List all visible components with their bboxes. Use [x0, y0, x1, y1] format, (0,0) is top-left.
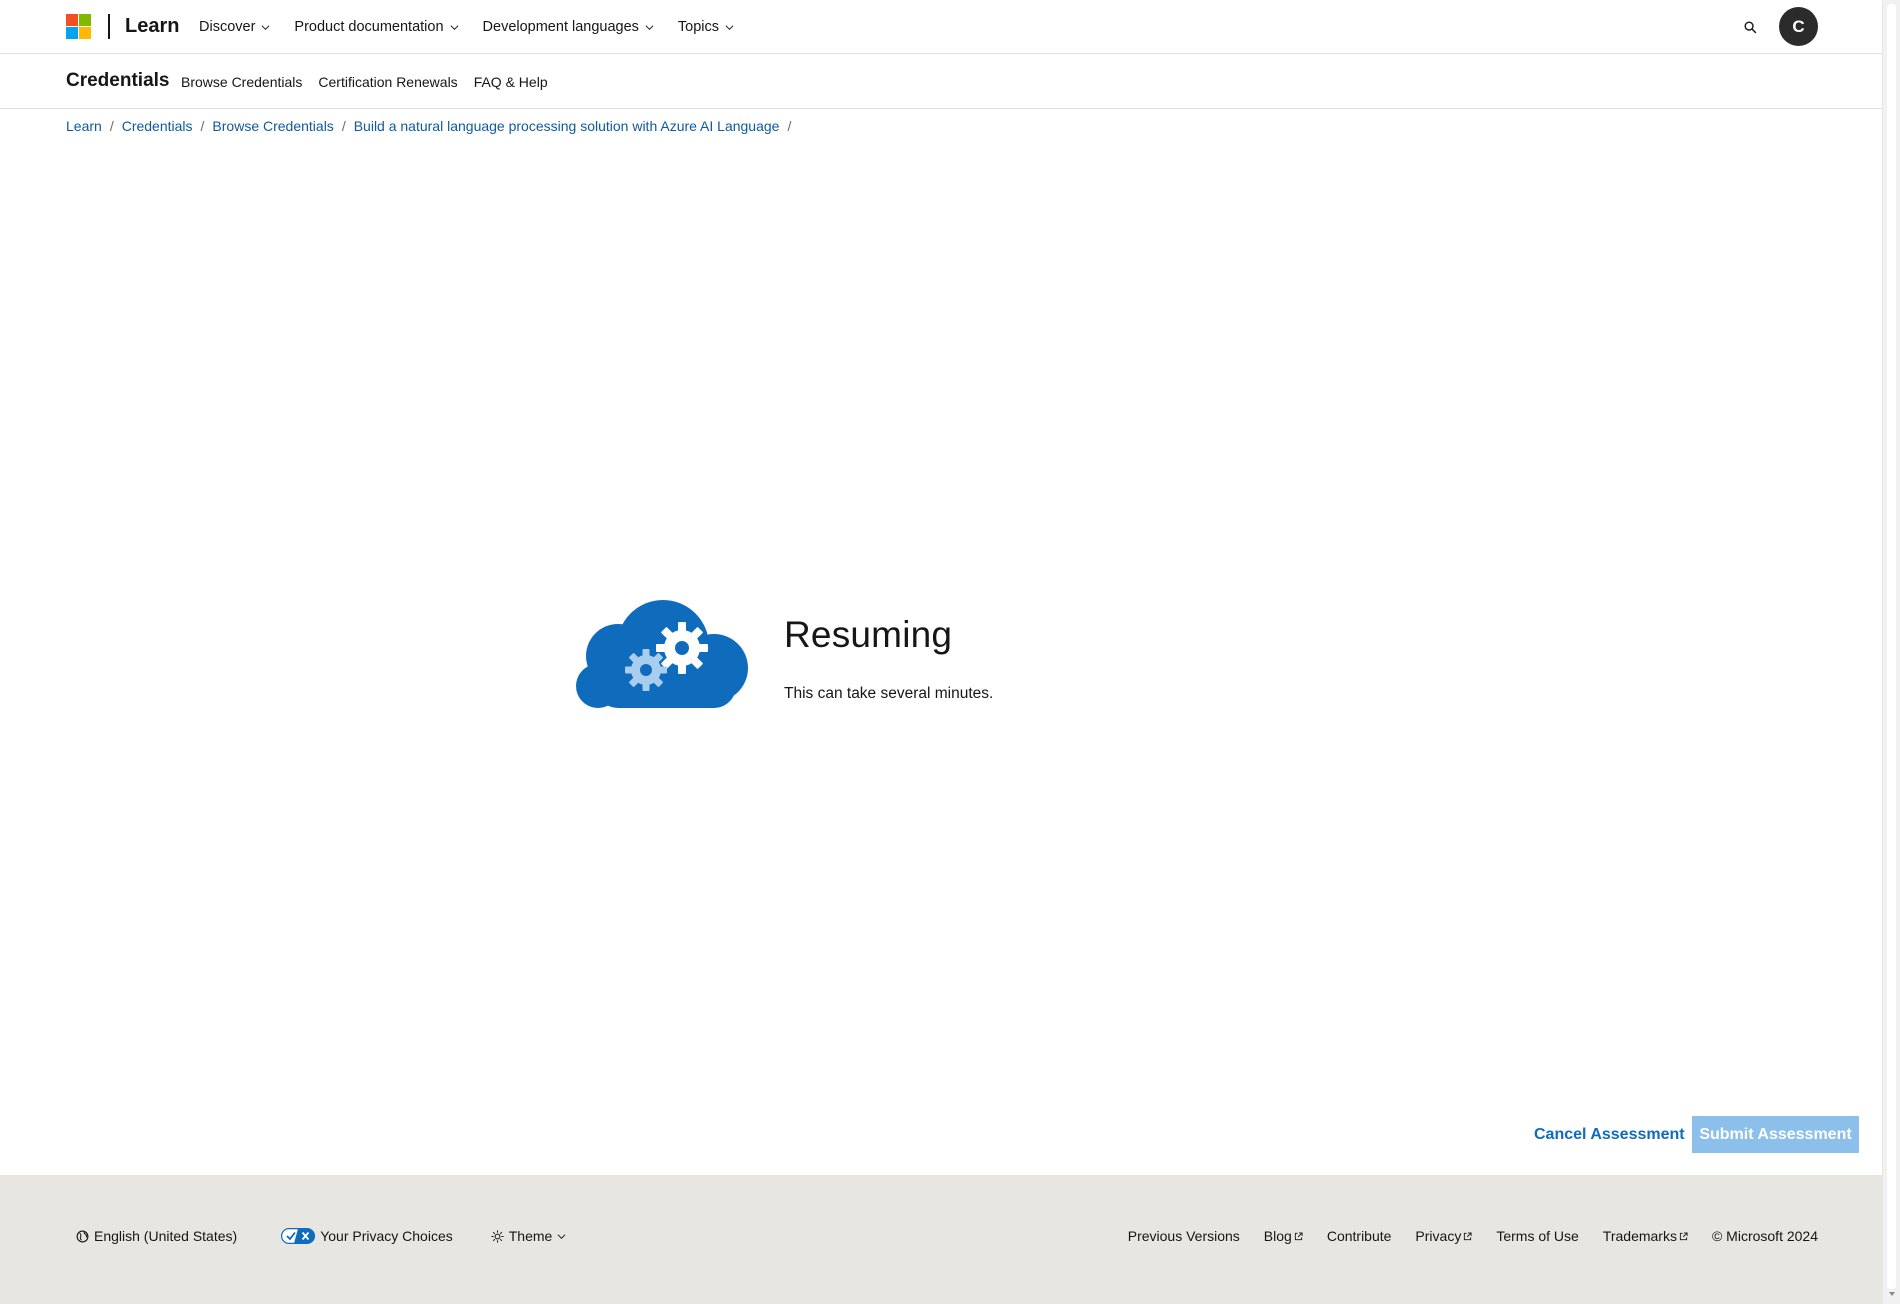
footer-left: English (United States) Your Privacy Cho…: [76, 1228, 566, 1244]
breadcrumb-separator: /: [200, 118, 205, 134]
loader-title: Resuming: [784, 614, 953, 655]
breadcrumb-separator: /: [109, 118, 114, 134]
microsoft-logo-icon[interactable]: [66, 14, 91, 39]
chevron-down-icon: [557, 1233, 566, 1239]
breadcrumb-credentials[interactable]: Credentials: [122, 118, 193, 134]
top-nav-menu: Discover Product documentation Developme…: [199, 0, 734, 54]
external-link-icon: [1679, 1231, 1688, 1240]
footer-link-label: Privacy: [1415, 1228, 1462, 1244]
language-label: English (United States): [94, 1228, 238, 1244]
breadcrumb-separator: /: [341, 118, 346, 134]
nav-discover-label: Discover: [199, 19, 256, 35]
nav-topics-label: Topics: [677, 19, 720, 35]
footer-link-terms-of-use[interactable]: Terms of Use: [1496, 1228, 1578, 1244]
learn-home-link[interactable]: Learn: [125, 15, 179, 38]
theme-selector[interactable]: Theme: [491, 1228, 567, 1244]
theme-label: Theme: [508, 1228, 553, 1244]
footer-links: Previous Versions Blog Contribute Privac…: [1128, 1228, 1818, 1244]
chevron-down-icon: [645, 24, 654, 30]
nav-product-documentation[interactable]: Product documentation: [294, 19, 458, 35]
breadcrumb-learn[interactable]: Learn: [66, 118, 102, 134]
subnav-faq-help[interactable]: FAQ & Help: [474, 74, 548, 90]
nav-product-documentation-label: Product documentation: [294, 19, 444, 35]
footer-link-blog[interactable]: Blog: [1264, 1228, 1303, 1244]
nav-development-languages-label: Development languages: [482, 19, 639, 35]
nav-discover[interactable]: Discover: [199, 19, 270, 35]
chevron-down-icon: [261, 24, 270, 30]
chevron-down-icon: [725, 24, 734, 30]
submit-assessment-button[interactable]: Submit Assessment: [1692, 1116, 1859, 1153]
external-link-icon: [1464, 1231, 1472, 1240]
sun-icon: [491, 1229, 504, 1243]
subnav-certification-renewals[interactable]: Certification Renewals: [318, 74, 457, 90]
chevron-down-icon: [450, 24, 458, 30]
footer-link-trademarks[interactable]: Trademarks: [1603, 1228, 1688, 1244]
privacy-choices-label: Your Privacy Choices: [320, 1228, 453, 1244]
breadcrumb-separator: /: [787, 118, 792, 134]
top-navigation: Learn Discover Product documentation Dev…: [0, 0, 1882, 54]
external-link-icon: [1294, 1231, 1303, 1240]
cloud-gears-icon: [576, 600, 748, 708]
user-avatar[interactable]: C: [1779, 7, 1818, 46]
search-icon: [1744, 21, 1756, 33]
footer-link-label: Trademarks: [1602, 1228, 1677, 1244]
cancel-assessment-button[interactable]: Cancel Assessment: [1534, 1117, 1685, 1153]
globe-icon: [76, 1230, 89, 1242]
credentials-title-link[interactable]: Credentials: [66, 70, 169, 92]
language-selector[interactable]: English (United States): [76, 1228, 237, 1244]
footer-link-label: Blog: [1263, 1228, 1292, 1244]
search-button[interactable]: [1740, 17, 1760, 37]
brand-divider: [108, 14, 110, 39]
footer-link-privacy[interactable]: Privacy: [1415, 1228, 1472, 1244]
breadcrumb-browse-credentials[interactable]: Browse Credentials: [212, 118, 333, 134]
nav-development-languages[interactable]: Development languages: [483, 19, 654, 35]
footer-link-label: Previous Versions: [1127, 1228, 1240, 1244]
nav-topics[interactable]: Topics: [678, 19, 734, 35]
scroll-down-arrow-icon[interactable]: [1888, 1290, 1896, 1298]
footer-link-label: Contribute: [1326, 1228, 1392, 1244]
footer-link-contribute[interactable]: Contribute: [1327, 1228, 1392, 1244]
subnav-links: Browse Credentials Certification Renewal…: [181, 54, 548, 109]
copyright-text: © Microsoft 2024: [1711, 1228, 1818, 1244]
privacy-choices-link[interactable]: Your Privacy Choices: [281, 1228, 453, 1244]
subnav-browse-credentials[interactable]: Browse Credentials: [181, 74, 302, 90]
breadcrumb-assessment[interactable]: Build a natural language processing solu…: [354, 118, 780, 134]
vertical-scrollbar[interactable]: [1882, 0, 1900, 1304]
breadcrumb: Learn / Credentials / Browse Credentials…: [66, 118, 791, 134]
footer-link-previous-versions[interactable]: Previous Versions: [1128, 1228, 1240, 1244]
footer-link-label: Terms of Use: [1496, 1228, 1579, 1244]
loader-subtitle: This can take several minutes.: [784, 685, 994, 702]
privacy-toggle-icon: [281, 1228, 316, 1244]
credentials-subnav: Credentials Browse Credentials Certifica…: [0, 54, 1882, 109]
footer: English (United States) Your Privacy Cho…: [0, 1175, 1882, 1304]
scrollbar-thumb[interactable]: [1887, 4, 1896, 1289]
